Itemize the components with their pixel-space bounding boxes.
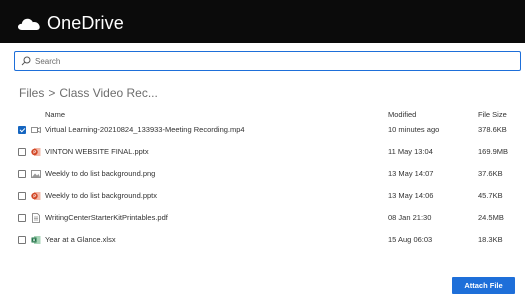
file-name[interactable]: VINTON WEBSITE FINAL.pptx: [45, 147, 149, 156]
file-name[interactable]: WritingCenterStarterKitPrintables.pdf: [45, 213, 168, 222]
onedrive-cloud-icon: [17, 18, 40, 30]
column-header-file-size[interactable]: File Size: [478, 110, 507, 119]
app-header: OneDrive: [0, 0, 525, 43]
app-title: OneDrive: [47, 13, 124, 33]
video-file-icon: [31, 126, 41, 134]
breadcrumb-current: Class Video Rec...: [59, 86, 158, 100]
row-checkbox[interactable]: [18, 192, 26, 200]
powerpoint-file-icon: P: [31, 192, 41, 200]
row-checkbox[interactable]: [18, 214, 26, 222]
file-size: 169.9MB: [478, 147, 509, 156]
file-size: 378.6KB: [478, 125, 507, 134]
file-row[interactable]: Virtual Learning-20210824_133933-Meeting…: [0, 123, 525, 139]
svg-text:P: P: [33, 150, 36, 155]
file-size: 45.7KB: [478, 191, 503, 200]
breadcrumb-root[interactable]: Files: [19, 86, 44, 100]
file-row[interactable]: P VINTON WEBSITE FINAL.pptx 11 May 13:04…: [0, 145, 525, 161]
file-name[interactable]: Virtual Learning-20210824_133933-Meeting…: [45, 125, 245, 134]
excel-file-icon: X: [31, 236, 41, 244]
row-checkbox[interactable]: [18, 148, 26, 156]
column-header-modified[interactable]: Modified: [388, 110, 416, 119]
breadcrumb: Files > Class Video Rec...: [19, 86, 158, 100]
file-size: 24.5MB: [478, 213, 504, 222]
attach-file-button[interactable]: Attach File: [452, 277, 515, 294]
file-modified: 13 May 14:07: [388, 169, 434, 178]
file-modified: 11 May 13:04: [388, 147, 433, 156]
file-modified: 15 Aug 06:03: [388, 235, 433, 244]
svg-text:X: X: [33, 238, 36, 243]
svg-text:P: P: [33, 194, 36, 199]
row-checkbox[interactable]: [18, 126, 26, 134]
search-icon: [21, 56, 31, 66]
file-size: 37.6KB: [478, 169, 503, 178]
breadcrumb-separator: >: [48, 86, 56, 100]
onedrive-logo: OneDrive: [17, 13, 124, 34]
search-input[interactable]: [35, 53, 515, 69]
file-size: 18.3KB: [478, 235, 503, 244]
column-header-name[interactable]: Name: [45, 110, 65, 119]
search-box[interactable]: [14, 51, 521, 71]
file-row[interactable]: P Weekly to do list background.pptx 13 M…: [0, 189, 525, 205]
pdf-file-icon: [32, 213, 40, 223]
file-name[interactable]: Year at a Glance.xlsx: [45, 235, 116, 244]
file-row[interactable]: Weekly to do list background.png 13 May …: [0, 167, 525, 183]
image-file-icon: [31, 170, 41, 178]
row-checkbox[interactable]: [18, 236, 26, 244]
file-name[interactable]: Weekly to do list background.pptx: [45, 191, 157, 200]
row-checkbox[interactable]: [18, 170, 26, 178]
file-row[interactable]: X Year at a Glance.xlsx 15 Aug 06:03 18.…: [0, 233, 525, 249]
powerpoint-file-icon: P: [31, 148, 41, 156]
file-row[interactable]: WritingCenterStarterKitPrintables.pdf 08…: [0, 211, 525, 227]
file-name[interactable]: Weekly to do list background.png: [45, 169, 155, 178]
file-modified: 10 minutes ago: [388, 125, 440, 134]
file-modified: 13 May 14:06: [388, 191, 434, 200]
file-modified: 08 Jan 21:30: [388, 213, 432, 222]
